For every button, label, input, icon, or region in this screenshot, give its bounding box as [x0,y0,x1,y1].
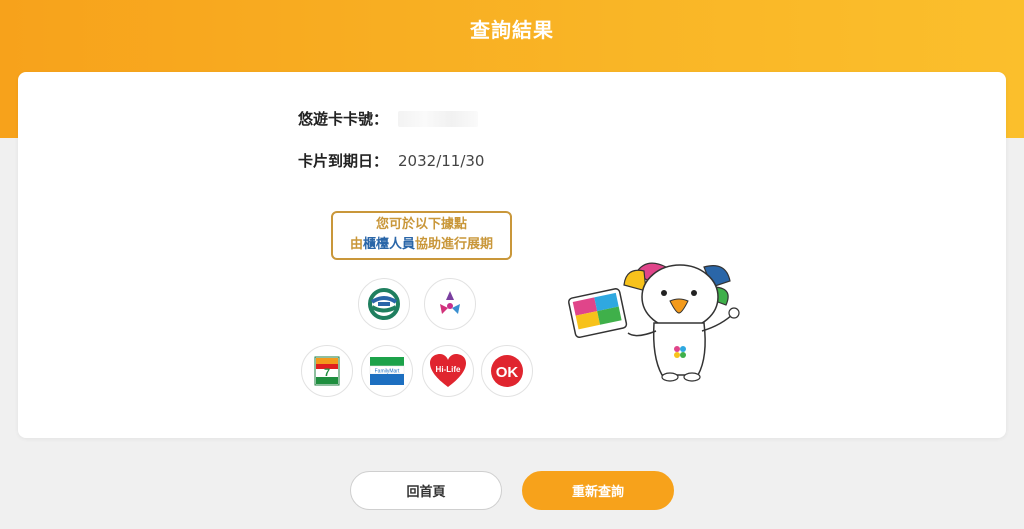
notice-line2-prefix: 由 [349,237,363,252]
card-number-masked [398,110,479,127]
familymart-icon: FamilyMart [369,357,405,385]
home-button[interactable]: 回首頁 [350,471,502,510]
notice-line-1: 您可於以下據點 [375,217,467,232]
new-taipei-metro-logo [424,278,476,330]
expiry-value: 2032/11/30 [398,151,485,170]
ok-mart-logo: OK [481,345,533,397]
familymart-logo: FamilyMart [361,345,413,397]
taipei-metro-logo [358,278,410,330]
notice-counter-staff: 櫃檯人員 [362,237,415,252]
new-taipei-metro-icon [440,291,460,314]
hilife-heart-icon: Hi-Life [430,354,466,387]
notice-line2-suffix: 協助進行展期 [415,237,494,252]
renewal-notice: 您可於以下據點 由櫃檯人員協助進行展期 [331,211,512,260]
svg-text:FamilyMart: FamilyMart [375,369,400,375]
page-title: 查詢結果 [470,18,554,42]
svg-text:Hi-Life: Hi-Life [436,365,461,374]
card-number-label: 悠遊卡卡號： [298,110,389,128]
taipei-metro-icon [368,288,400,320]
card-number-row: 悠遊卡卡號： [298,108,479,129]
svg-text:OK: OK [496,364,519,381]
ok-mart-icon: OK [491,355,523,387]
expiry-row: 卡片到期日： 2032/11/30 [298,150,484,171]
mascot-illustration [567,262,740,382]
result-card: 悠遊卡卡號： 卡片到期日： 2032/11/30 您可於以下據點 由櫃檯人員協助… [18,72,1006,438]
seven-eleven-icon: 7 [314,356,340,386]
seven-eleven-logo: 7 [301,345,353,397]
hilife-logo: Hi-Life [422,345,474,397]
expiry-label: 卡片到期日： [298,152,389,170]
easycard-mascot [566,257,746,391]
notice-line-2: 由櫃檯人員協助進行展期 [333,235,510,255]
requery-button[interactable]: 重新查詢 [522,471,674,510]
svg-text:7: 7 [324,367,330,379]
